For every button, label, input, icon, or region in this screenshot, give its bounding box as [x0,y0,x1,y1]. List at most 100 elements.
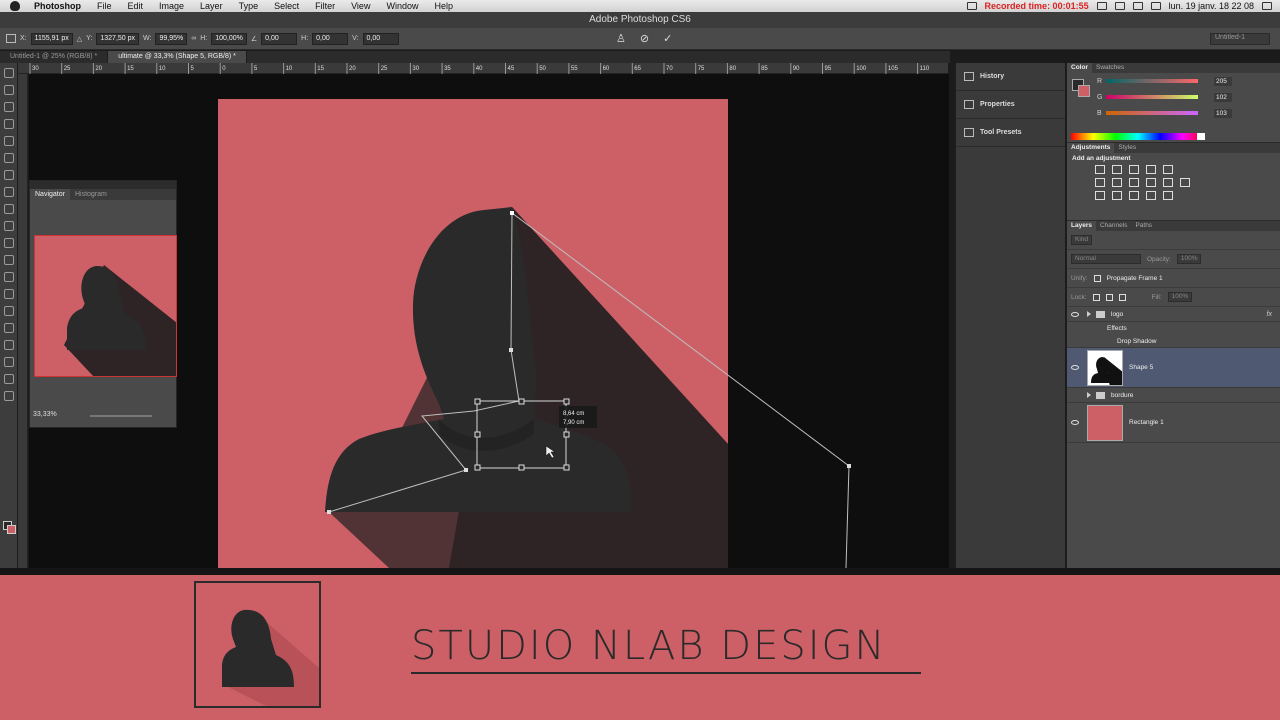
brush-tool-icon[interactable] [3,187,14,197]
menu-view[interactable]: View [343,1,378,11]
pen-tool-icon[interactable] [3,306,14,316]
color-lookup-icon[interactable] [1180,178,1190,187]
fill-field[interactable]: 100% [1167,292,1193,302]
recorder-icon[interactable] [966,2,977,10]
visibility-eye-icon[interactable] [1071,311,1079,317]
green-value[interactable]: 102 [1214,92,1232,102]
layer-group-logo[interactable]: logo fx [1067,307,1280,322]
blue-slider[interactable] [1106,111,1198,115]
red-value[interactable]: 205 [1214,76,1232,86]
healing-tool-icon[interactable] [3,170,14,180]
gradient-map-icon[interactable] [1163,191,1173,200]
invert-icon[interactable] [1095,191,1105,200]
menu-photoshop[interactable]: Photoshop [26,1,89,11]
height-field[interactable]: 100,00% [211,32,247,45]
display-icon[interactable] [1096,2,1107,10]
properties-panel-button[interactable]: Properties [956,91,1065,119]
menu-select[interactable]: Select [266,1,307,11]
transform-handle[interactable] [563,464,570,471]
spotlight-search-icon[interactable] [1262,2,1272,10]
opacity-field[interactable]: 100% [1176,254,1202,264]
kind-filter-select[interactable]: Kind [1071,235,1093,245]
navigator-zoom-slider[interactable] [90,415,152,417]
posterize-icon[interactable] [1112,191,1122,200]
zoom-tool-icon[interactable] [3,391,14,401]
layer-shape-5[interactable]: Shape 5 [1067,348,1280,388]
levels-icon[interactable] [1112,165,1122,174]
visibility-eye-icon[interactable] [1071,365,1079,370]
transform-handle[interactable] [474,398,481,405]
vibrance-icon[interactable] [1163,165,1173,174]
layer-drop-shadow-row[interactable]: Drop Shadow [1067,335,1280,348]
history-brush-tool-icon[interactable] [3,221,14,231]
transform-handle[interactable] [563,398,570,405]
background-color-swatch[interactable] [7,525,16,534]
tab-color[interactable]: Color [1067,63,1092,73]
warp-icon[interactable]: ♙ [616,32,626,45]
apple-icon[interactable] [10,1,20,11]
path-select-tool-icon[interactable] [3,340,14,350]
threshold-icon[interactable] [1129,191,1139,200]
marquee-tool-icon[interactable] [3,85,14,95]
transform-handle[interactable] [518,398,525,405]
propagate-checkbox[interactable] [1093,274,1101,282]
blend-mode-select[interactable]: Normal [1071,254,1141,264]
hand-tool-icon[interactable] [3,374,14,384]
selective-color-icon[interactable] [1146,191,1156,200]
menu-layer[interactable]: Layer [192,1,231,11]
tab-styles[interactable]: Styles [1114,143,1140,153]
black-white-icon[interactable] [1129,178,1139,187]
lock-position-icon[interactable] [1105,293,1113,301]
anchor-point[interactable] [510,211,514,215]
battery-icon[interactable] [1150,2,1161,10]
angle-field[interactable]: 0,00 [261,32,298,45]
panel-titlebar[interactable] [30,181,176,189]
menu-help[interactable]: Help [426,1,461,11]
color-spectrum[interactable] [1071,133,1205,140]
tab-untitled-1[interactable]: Untitled-1 @ 25% (RGB/8) * [0,51,109,63]
fx-badge[interactable]: fx [1267,311,1272,318]
history-panel-button[interactable]: History [956,63,1065,91]
menu-clock[interactable]: lun. 19 janv. 18 22 08 [1169,1,1254,11]
blur-tool-icon[interactable] [3,272,14,282]
type-tool-icon[interactable] [3,323,14,333]
commit-transform-icon[interactable]: ✓ [663,32,672,45]
brightness-icon[interactable] [1095,165,1105,174]
volume-icon[interactable] [1114,2,1125,10]
channel-mixer-icon[interactable] [1163,178,1173,187]
tab-layers[interactable]: Layers [1067,221,1096,231]
width-field[interactable]: 99,95% [155,32,188,45]
anchor-point[interactable] [847,464,851,468]
tab-channels[interactable]: Channels [1096,221,1131,231]
blue-value[interactable]: 103 [1214,108,1232,118]
menu-image[interactable]: Image [151,1,192,11]
exposure-icon[interactable] [1146,165,1156,174]
menu-edit[interactable]: Edit [120,1,152,11]
white-swatch[interactable] [1197,133,1205,140]
eraser-tool-icon[interactable] [3,238,14,248]
tab-adjustments[interactable]: Adjustments [1067,143,1115,153]
cancel-transform-icon[interactable]: ⊘ [640,32,649,45]
link-icon[interactable]: ∞ [191,35,196,42]
tab-histogram[interactable]: Histogram [70,189,112,200]
shape-tool-icon[interactable] [3,357,14,367]
transform-handle[interactable] [474,431,481,438]
red-slider[interactable] [1106,79,1198,83]
green-slider[interactable] [1106,95,1198,99]
navigator-preview[interactable] [34,235,177,377]
menu-type[interactable]: Type [231,1,267,11]
tab-swatches[interactable]: Swatches [1092,63,1128,73]
layer-effects-row[interactable]: Effects [1067,322,1280,335]
tab-navigator[interactable]: Navigator [30,189,70,200]
transform-handle[interactable] [474,464,481,471]
dodge-tool-icon[interactable] [3,289,14,299]
eyedropper-tool-icon[interactable] [3,153,14,163]
lock-pixels-icon[interactable] [1092,293,1100,301]
hskew-field[interactable]: 0,00 [312,32,349,45]
background-color-box[interactable] [1078,85,1090,97]
curves-icon[interactable] [1129,165,1139,174]
visibility-eye-icon[interactable] [1071,420,1079,425]
wifi-icon[interactable] [1132,2,1143,10]
anchor-point[interactable] [327,510,331,514]
color-balance-icon[interactable] [1112,178,1122,187]
